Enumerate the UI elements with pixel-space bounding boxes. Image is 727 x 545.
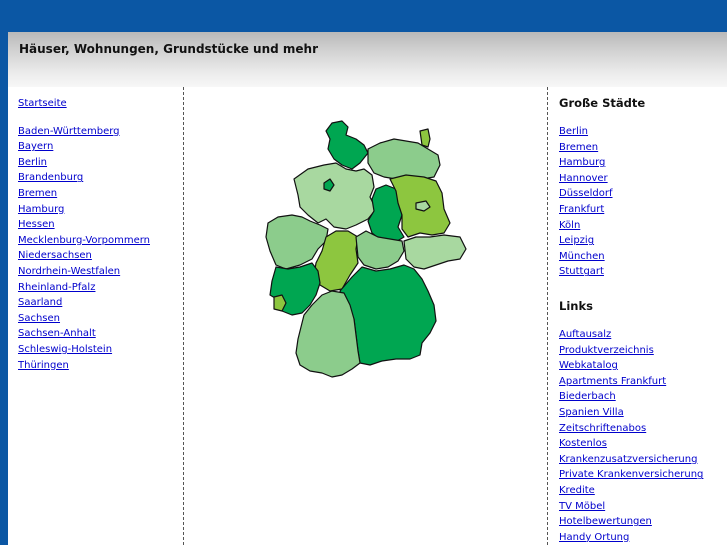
left-sidebar: Startseite Baden-Württemberg Bayern Berl… [8,87,184,545]
state-link-sachsen-anhalt[interactable]: Sachsen-Anhalt [18,326,150,342]
page-title: Häuser, Wohnungen, Grundstücke und mehr [19,42,318,56]
link-produktverzeichnis[interactable]: Produktverzeichnis [559,343,703,359]
link-auftausalz[interactable]: Auftausalz [559,327,703,343]
link-biederbach[interactable]: Biederbach [559,389,703,405]
state-list: Startseite Baden-Württemberg Bayern Berl… [18,96,150,373]
link-kredite[interactable]: Kredite [559,483,703,499]
map-region-mecklenburg-vorpommern[interactable] [367,138,441,182]
link-krankenzusatzversicherung[interactable]: Krankenzusatzversicherung [559,452,703,468]
state-link-brandenburg[interactable]: Brandenburg [18,170,150,186]
link-apartments-frankfurt[interactable]: Apartments Frankfurt [559,374,703,390]
city-link-hamburg[interactable]: Hamburg [559,155,645,171]
link-tv-moebel[interactable]: TV Möbel [559,499,703,515]
state-link-bayern[interactable]: Bayern [18,139,150,155]
links-block: Links Auftausalz Produktverzeichnis Webk… [559,299,703,545]
content-area: Startseite Baden-Württemberg Bayern Berl… [8,87,727,545]
link-webkatalog[interactable]: Webkatalog [559,358,703,374]
cities-heading: Große Städte [559,96,646,110]
state-link-saarland[interactable]: Saarland [18,295,150,311]
city-link-stuttgart[interactable]: Stuttgart [559,264,645,280]
state-link-schleswig-holstein[interactable]: Schleswig-Holstein [18,342,150,358]
map-region-ruegen[interactable] [419,128,431,148]
link-private-krankenversicherung[interactable]: Private Krankenversicherung [559,467,703,483]
city-link-leipzig[interactable]: Leipzig [559,233,645,249]
link-zeitschriftenabos[interactable]: Zeitschriftenabos [559,421,703,437]
state-link-bremen[interactable]: Bremen [18,186,150,202]
state-link-hessen[interactable]: Hessen [18,217,150,233]
city-link-berlin[interactable]: Berlin [559,124,645,140]
cities-block: Große Städte Berlin Bremen Hamburg Hanno… [559,96,645,280]
map-region-sachsen[interactable] [403,234,467,270]
site-header: Häuser, Wohnungen, Grundstücke und mehr [8,32,727,87]
links-heading: Links [559,299,593,313]
right-sidebar: Große Städte Berlin Bremen Hamburg Hanno… [547,87,727,545]
city-link-frankfurt[interactable]: Frankfurt [559,202,645,218]
link-spanien-villa[interactable]: Spanien Villa [559,405,703,421]
state-link-mecklenburg-vorpommern[interactable]: Mecklenburg-Vorpommern [18,233,150,249]
city-link-bremen[interactable]: Bremen [559,140,645,156]
link-hotelbewertungen[interactable]: Hotelbewertungen [559,514,703,530]
city-link-duesseldorf[interactable]: Düsseldorf [559,186,645,202]
state-link-baden-wuerttemberg[interactable]: Baden-Württemberg [18,124,150,140]
city-link-koeln[interactable]: Köln [559,218,645,234]
map-column [184,87,547,545]
germany-map [265,120,467,378]
home-link[interactable]: Startseite [18,96,150,112]
state-link-sachsen[interactable]: Sachsen [18,311,150,327]
link-handy-ortung[interactable]: Handy Ortung [559,530,703,545]
state-link-niedersachsen[interactable]: Niedersachsen [18,248,150,264]
city-link-hannover[interactable]: Hannover [559,171,645,187]
city-link-muenchen[interactable]: München [559,249,645,265]
state-link-rheinland-pfalz[interactable]: Rheinland-Pfalz [18,280,150,296]
link-kostenlos[interactable]: Kostenlos [559,436,703,452]
state-link-thueringen[interactable]: Thüringen [18,358,150,374]
state-link-hamburg[interactable]: Hamburg [18,202,150,218]
map-region-schleswig-holstein[interactable] [325,120,369,170]
state-link-berlin[interactable]: Berlin [18,155,150,171]
state-link-nordrhein-westfalen[interactable]: Nordrhein-Westfalen [18,264,150,280]
